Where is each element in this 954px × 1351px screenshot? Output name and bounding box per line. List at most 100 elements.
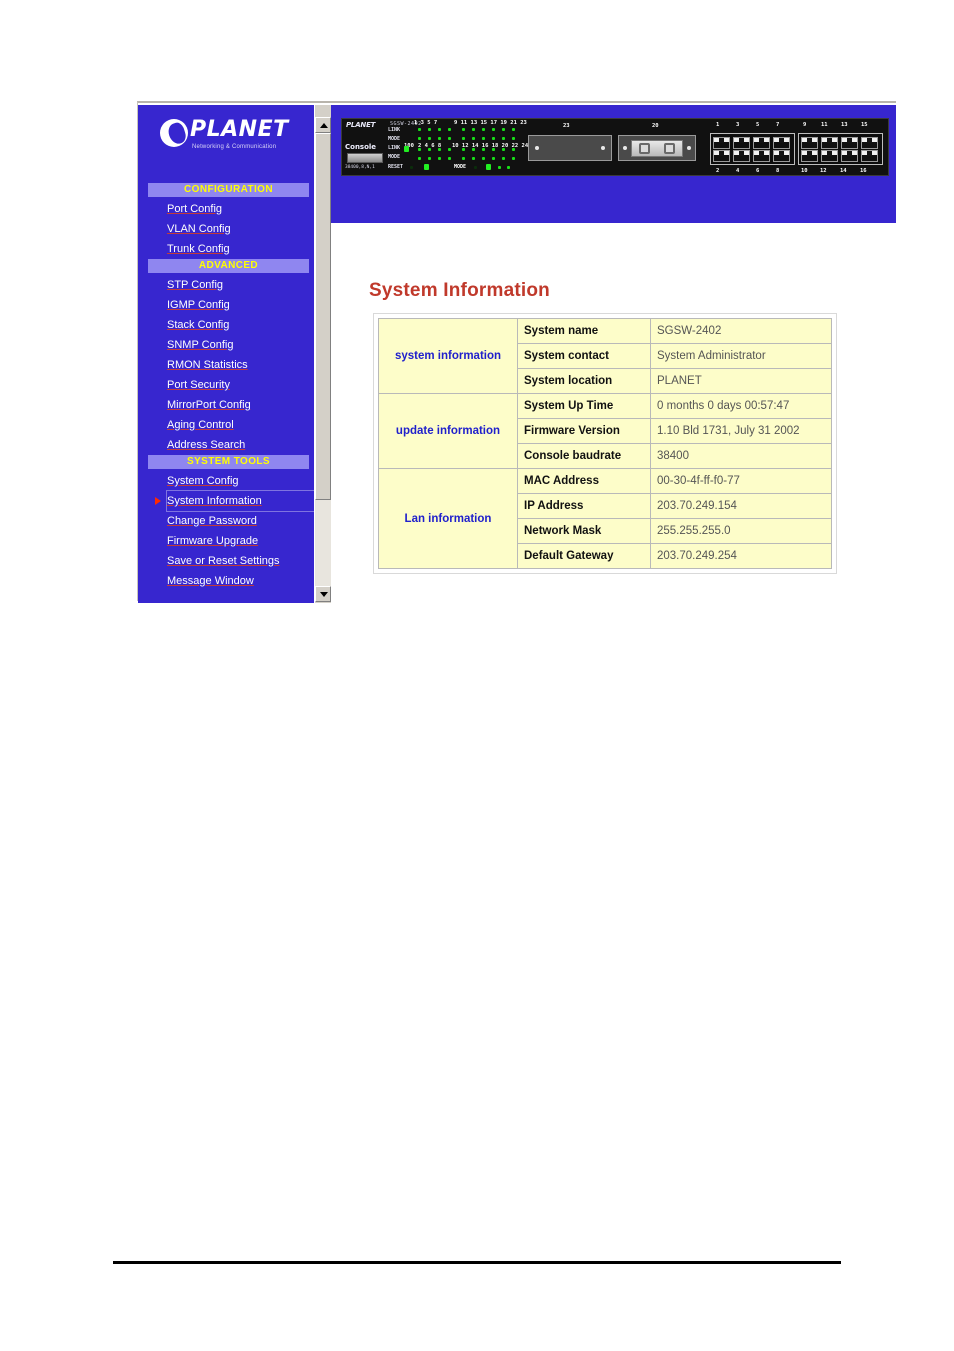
sidebar-section-configuration: CONFIGURATION [148,183,309,197]
sidebar-item-stp-config[interactable]: STP Config [167,275,314,295]
row-value-firmware-version: 1.10 Bld 1731, July 31 2002 [650,418,832,444]
sidebar-item-stack-config[interactable]: Stack Config [167,315,314,335]
planet-logo: PLANET Networking & Communication [160,117,300,159]
rj45-bot-num-8: 8 [776,168,780,174]
rj45-bot-num-12: 12 [820,168,827,174]
row-value-system-name: SGSW-2402 [650,318,832,344]
sidebar-item-snmp-config[interactable]: SNMP Config [167,335,314,355]
sidebar-section-advanced: ADVANCED [148,259,309,273]
row-label-system-location: System location [517,368,651,394]
rj45-port-bank-2 [798,133,883,165]
rj45-top-num-1: 1 [716,122,720,128]
rj45-top-num-3: 3 [736,122,740,128]
rj45-bot-num-2: 2 [716,168,720,174]
gbic-module-20 [618,135,696,161]
row-label-system-contact: System contact [517,343,651,369]
device-row-label-link-2: LINK [388,145,401,151]
sidebar-item-aging-control[interactable]: Aging Control [167,415,314,435]
sidebar-item-address-search[interactable]: Address Search [167,435,314,455]
scroll-up-button[interactable] [315,117,331,133]
sidebar-item-trunk-config[interactable]: Trunk Config [167,239,314,259]
scroll-down-button[interactable] [315,586,331,602]
row-label-console-baudrate: Console baudrate [517,443,651,469]
sidebar-menu: CONFIGURATION Port Config VLAN Config Tr… [138,183,314,591]
sidebar-item-message-window[interactable]: Message Window [167,571,314,591]
sidebar-item-igmp-config[interactable]: IGMP Config [167,295,314,315]
sidebar-scrollbar[interactable] [314,105,331,603]
row-value-default-gateway: 203.70.249.254 [650,543,832,569]
row-label-ip-address: IP Address [517,493,651,519]
navigation-sidebar: PLANET Networking & Communication CONFIG… [138,105,314,603]
system-information-table: system information System name SGSW-2402… [378,318,832,569]
row-value-ip-address: 203.70.249.154 [650,493,832,519]
rj45-top-num-15: 15 [861,122,868,128]
sidebar-item-rmon-statistics[interactable]: RMON Statistics [167,355,314,375]
device-led-numbers-top-a: 1 3 5 7 [414,120,438,126]
sidebar-item-label: System Information [167,495,262,507]
row-label-mac-address: MAC Address [517,468,651,494]
sidebar-item-system-information[interactable]: System Information [155,490,314,512]
row-value-mac-address: 00-30-4f-ff-f0-77 [650,468,832,494]
content-pane: PLANET SGSW-2402 LINK MODE LINK MODE RES… [331,105,896,603]
group-label-update-information: update information [378,393,518,469]
row-label-network-mask: Network Mask [517,518,651,544]
sidebar-section-system-tools: SYSTEM TOOLS [148,455,309,469]
row-value-network-mask: 255.255.255.0 [650,518,832,544]
rj45-top-num-13: 13 [841,122,848,128]
console-port-label: Console [345,143,377,151]
row-label-default-gateway: Default Gateway [517,543,651,569]
sidebar-item-firmware-upgrade[interactable]: Firmware Upgrade [167,531,314,551]
slot-20-label: 20 [652,123,659,129]
group-label-lan-information: Lan information [378,468,518,569]
row-value-system-contact: System Administrator [650,343,832,369]
row-value-console-baudrate: 38400 [650,443,832,469]
row-label-system-name: System name [517,318,651,344]
scrollbar-track[interactable] [315,500,331,586]
group-label-system-information: system information [378,318,518,394]
scroll-up-arrow-icon [320,123,328,128]
table-row: system information System name SGSW-2402 [378,318,832,394]
row-value-system-up-time: 0 months 0 days 00:57:47 [650,393,832,419]
device-brand-label: PLANET [346,121,376,129]
rj45-top-num-9: 9 [803,122,807,128]
sidebar-item-mirrorport-config[interactable]: MirrorPort Config [167,395,314,415]
page-footer-rule [113,1261,841,1264]
fiber-transceiver-icon [631,140,683,157]
rj45-bot-num-6: 6 [756,168,760,174]
device-mode-label: MODE [454,164,467,170]
sidebar-item-save-or-reset-settings[interactable]: Save or Reset Settings [167,551,314,571]
rj45-bot-num-14: 14 [840,168,847,174]
page-title: System Information [369,279,550,301]
table-row: Lan information MAC Address 00-30-4f-ff-… [378,468,832,569]
sidebar-item-change-password[interactable]: Change Password [167,511,314,531]
rj45-port-bank-1 [710,133,795,165]
device-banner: PLANET SGSW-2402 LINK MODE LINK MODE RES… [331,105,896,223]
row-label-system-up-time: System Up Time [517,393,651,419]
expansion-slot-23 [528,135,612,161]
system-information-table-frame: system information System name SGSW-2402… [373,313,837,574]
device-row-label-mode-1: MODE [388,136,401,142]
white-content-panel: System Information system information Sy… [331,223,896,603]
table-row: update information System Up Time 0 mont… [378,393,832,469]
row-label-firmware-version: Firmware Version [517,418,651,444]
scroll-down-arrow-icon [320,592,328,597]
sidebar-item-system-config[interactable]: System Config [167,471,314,491]
device-led-numbers-top-b: 9 11 13 15 17 19 21 23 [454,120,527,126]
brand-tagline: Networking & Communication [192,144,277,150]
planet-moon-logo-icon [160,119,188,147]
brand-name: PLANET [190,117,289,142]
row-value-system-location: PLANET [650,368,832,394]
rj45-bot-num-4: 4 [736,168,740,174]
device-row-label-link-1: LINK [388,127,401,133]
device-row-label-mode-2: MODE [388,154,401,160]
scrollbar-thumb[interactable] [315,133,331,500]
device-row-label-reset: RESET [388,164,404,170]
rj45-bot-num-16: 16 [860,168,867,174]
rj45-bot-num-10: 10 [801,168,808,174]
sidebar-item-port-security[interactable]: Port Security [167,375,314,395]
rj45-top-num-5: 5 [756,122,760,128]
browser-screenshot: PLANET Networking & Communication CONFIG… [137,101,896,603]
sidebar-item-port-config[interactable]: Port Config [167,199,314,219]
sidebar-item-vlan-config[interactable]: VLAN Config [167,219,314,239]
current-page-marker-icon [155,497,161,505]
